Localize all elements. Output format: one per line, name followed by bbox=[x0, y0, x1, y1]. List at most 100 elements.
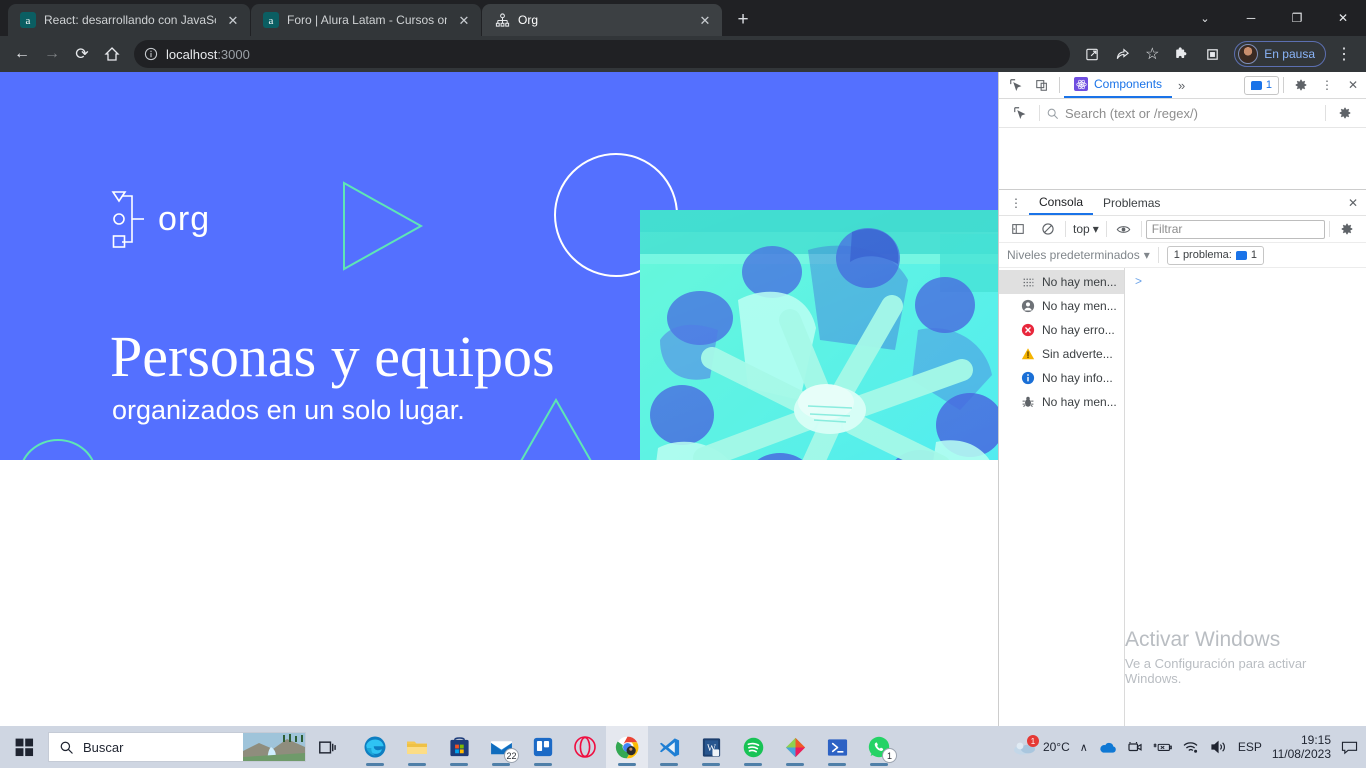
circle-outline-green bbox=[19, 439, 97, 460]
show-console-sidebar-icon[interactable] bbox=[1005, 217, 1031, 241]
new-tab-button[interactable]: + bbox=[729, 6, 757, 34]
hero-photo bbox=[640, 210, 998, 460]
favorite-star-icon[interactable]: ☆ bbox=[1138, 40, 1166, 68]
taskbar-app-microsoft-word[interactable]: W bbox=[690, 726, 732, 768]
tray-overflow-button[interactable]: ∧ bbox=[1080, 741, 1088, 754]
taskbar-app-microsoft-edge[interactable] bbox=[354, 726, 396, 768]
tab-consola[interactable]: Consola bbox=[1029, 190, 1094, 215]
gear-icon[interactable] bbox=[1332, 101, 1358, 125]
share-icon[interactable] bbox=[1108, 40, 1136, 68]
taskbar-app-trello[interactable] bbox=[522, 726, 564, 768]
browser-tab-foro[interactable]: a Foro | Alura Latam - Cursos onlin ✕ bbox=[251, 4, 481, 36]
taskbar-app-whatsapp[interactable]: 1 bbox=[858, 726, 900, 768]
forward-button[interactable]: → bbox=[38, 40, 66, 68]
console-output-area[interactable]: > Activar Windows Ve a Configuración par… bbox=[1125, 268, 1366, 726]
taskbar-app-google-chrome[interactable] bbox=[606, 726, 648, 768]
console-levels-selector[interactable]: Niveles predeterminados ▾ bbox=[1007, 248, 1150, 262]
gear-icon[interactable] bbox=[1288, 73, 1314, 97]
more-panels-button[interactable]: » bbox=[1172, 78, 1191, 93]
taskbar-app-microsoft-store[interactable] bbox=[438, 726, 480, 768]
home-button[interactable] bbox=[98, 40, 126, 68]
tab-close-button[interactable]: ✕ bbox=[696, 11, 714, 29]
device-toolbar-icon[interactable] bbox=[1029, 73, 1055, 97]
tab-components-label: Components bbox=[1094, 77, 1163, 91]
notification-icon[interactable] bbox=[1341, 740, 1358, 755]
windows-start-icon[interactable] bbox=[0, 738, 48, 757]
weather-widget[interactable]: 1 20°C bbox=[1013, 735, 1070, 756]
speaker-icon[interactable] bbox=[1210, 740, 1228, 754]
site-logo[interactable]: org bbox=[110, 190, 210, 248]
react-search-bar: Search (text or /regex/) bbox=[999, 99, 1366, 128]
taskbar-search-placeholder: Buscar bbox=[83, 739, 124, 755]
mail-badge-count: 22 bbox=[504, 748, 519, 763]
tab-problemas[interactable]: Problemas bbox=[1093, 190, 1170, 215]
taskbar-search-box[interactable]: Buscar bbox=[48, 732, 306, 762]
browser-tab-org[interactable]: Org ✕ bbox=[482, 4, 722, 36]
tab-components[interactable]: Components bbox=[1064, 72, 1173, 98]
console-tabbar: ⋮ Consola Problemas ✕ bbox=[999, 190, 1366, 216]
console-sidebar-item-user-messages[interactable]: No hay men... bbox=[999, 294, 1124, 318]
split-screen-icon[interactable] bbox=[1078, 40, 1106, 68]
browser-tab-title: React: desarrollando con JavaScri bbox=[44, 13, 216, 27]
divider bbox=[1065, 221, 1066, 237]
taskbar-app-spotify[interactable] bbox=[732, 726, 774, 768]
divider bbox=[1283, 77, 1284, 93]
clear-console-icon[interactable] bbox=[1035, 217, 1061, 241]
gear-icon[interactable] bbox=[1334, 217, 1360, 241]
onedrive-icon[interactable] bbox=[1098, 740, 1117, 754]
maximize-button[interactable]: ❐ bbox=[1274, 2, 1320, 34]
address-bar[interactable]: localhost:3000 bbox=[134, 40, 1071, 68]
taskbar-app-adobe-app[interactable] bbox=[774, 726, 816, 768]
back-button[interactable]: ← bbox=[8, 40, 36, 68]
taskbar-app-file-explorer[interactable] bbox=[396, 726, 438, 768]
chevron-down-icon[interactable]: ⌄ bbox=[1182, 2, 1228, 34]
live-expression-icon[interactable] bbox=[1111, 217, 1137, 241]
taskbar-app-visual-studio-code[interactable] bbox=[648, 726, 690, 768]
browser-tab-react[interactable]: a React: desarrollando con JavaScri ✕ bbox=[8, 4, 250, 36]
console-sidebar-item-messages[interactable]: No hay men... bbox=[999, 270, 1124, 294]
close-devtools-button[interactable]: ✕ bbox=[1340, 73, 1366, 97]
language-indicator[interactable]: ESP bbox=[1238, 740, 1262, 754]
browser-toolbar: ← → ⟳ localhost:3000 ☆ En pausa ⋮ bbox=[0, 36, 1366, 72]
taskbar-app-powershell[interactable] bbox=[816, 726, 858, 768]
devtools-more-button[interactable]: ⋮ bbox=[1314, 73, 1340, 97]
extensions-icon[interactable] bbox=[1168, 40, 1196, 68]
chevron-down-icon: ▾ bbox=[1143, 248, 1150, 262]
profile-status-button[interactable]: En pausa bbox=[1234, 41, 1326, 67]
taskbar-app-mail[interactable]: 22 bbox=[480, 726, 522, 768]
wifi-icon[interactable] bbox=[1182, 740, 1200, 754]
search-input[interactable]: Search (text or /regex/) bbox=[1046, 106, 1319, 121]
task-view-icon[interactable] bbox=[306, 726, 348, 768]
react-devtools-icon bbox=[1074, 77, 1088, 91]
console-sidebar-item-warnings[interactable]: Sin adverte... bbox=[999, 342, 1124, 366]
close-drawer-button[interactable]: ✕ bbox=[1340, 191, 1366, 215]
taskbar-app-opera[interactable] bbox=[564, 726, 606, 768]
select-component-icon[interactable] bbox=[1007, 101, 1033, 125]
windows-activation-watermark: Activar Windows Ve a Configuración para … bbox=[1125, 628, 1311, 686]
drawer-menu-button[interactable]: ⋮ bbox=[1003, 191, 1029, 215]
close-window-button[interactable]: ✕ bbox=[1320, 2, 1366, 34]
browser-menu-button[interactable]: ⋮ bbox=[1330, 40, 1358, 68]
console-issues-pill[interactable]: 1 problema: 1 bbox=[1166, 245, 1264, 265]
search-wallpaper-thumbnail[interactable] bbox=[243, 733, 305, 761]
clock[interactable]: 19:15 11/08/2023 bbox=[1272, 733, 1331, 761]
console-context-selector[interactable]: top ▾ bbox=[1070, 222, 1102, 236]
battery-icon[interactable] bbox=[1153, 740, 1172, 754]
alura-a-icon: a bbox=[263, 12, 279, 28]
console-sidebar-item-errors[interactable]: No hay erro... bbox=[999, 318, 1124, 342]
console-filter-input[interactable]: Filtrar bbox=[1145, 219, 1325, 239]
console-context-label: top bbox=[1073, 222, 1090, 236]
react-component-tree[interactable] bbox=[999, 128, 1366, 190]
tab-close-button[interactable]: ✕ bbox=[224, 11, 242, 29]
windows-taskbar: Buscar 22 W 1 1 20°C ∧ ESP 19:15 11/08/2… bbox=[0, 726, 1366, 768]
console-sidebar-item-verbose[interactable]: No hay men... bbox=[999, 390, 1124, 414]
inspect-element-icon[interactable] bbox=[1003, 73, 1029, 97]
minimize-button[interactable]: ─ bbox=[1228, 2, 1274, 34]
issues-counter-button[interactable]: 1 bbox=[1243, 75, 1279, 95]
reload-button[interactable]: ⟳ bbox=[68, 40, 96, 68]
site-info-icon[interactable] bbox=[144, 47, 158, 61]
tab-close-button[interactable]: ✕ bbox=[455, 11, 473, 29]
collections-icon[interactable] bbox=[1198, 40, 1226, 68]
console-sidebar-item-info[interactable]: No hay info... bbox=[999, 366, 1124, 390]
camera-icon[interactable] bbox=[1127, 739, 1143, 755]
